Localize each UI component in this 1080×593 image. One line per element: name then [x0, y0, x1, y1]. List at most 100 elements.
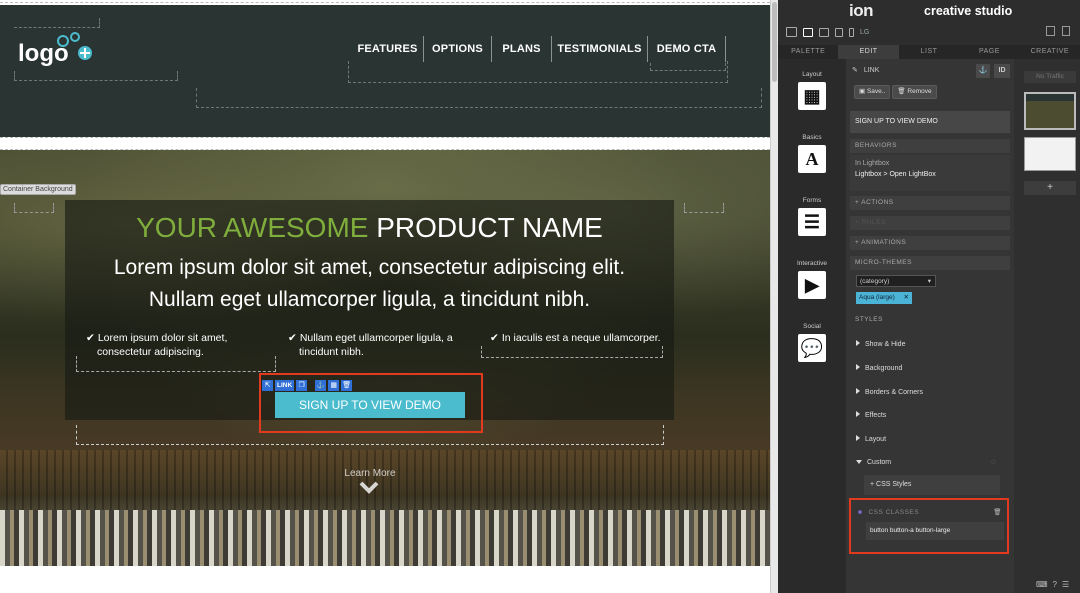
- panel-tabs[interactable]: PALETTE EDIT LIST PAGE CREATIVE: [778, 45, 1080, 59]
- feature-item-1[interactable]: ✔ Lorem ipsum dolor sit amet, consectetur…: [86, 331, 227, 359]
- palette-layout-label: Layout: [802, 71, 822, 78]
- preview-icon[interactable]: [1062, 26, 1070, 36]
- palette-basics-label: Basics: [802, 134, 822, 141]
- nav-demo-cta[interactable]: DEMO CTA: [648, 36, 726, 62]
- expand-arrow-icon: [856, 411, 860, 417]
- close-icon[interactable]: ✕: [904, 292, 909, 304]
- pencil-icon: ✎: [852, 67, 858, 74]
- style-layout[interactable]: Layout: [856, 435, 886, 443]
- phone-icon[interactable]: [849, 27, 854, 37]
- theme-tag-label: Aqua (large): [859, 294, 895, 301]
- theme-tag[interactable]: Aqua (large) ✕: [856, 292, 912, 304]
- style-borders-corners[interactable]: Borders & Corners: [856, 388, 923, 396]
- style-label: Show & Hide: [865, 341, 906, 348]
- no-traffic-label: No Traffic: [1024, 71, 1076, 83]
- device-toolbar[interactable]: LG: [786, 25, 869, 39]
- desktop-icon[interactable]: [803, 27, 813, 37]
- remove-button[interactable]: 🗑 Remove: [892, 85, 937, 99]
- category-select[interactable]: (category) ▾: [856, 275, 936, 287]
- palette-basics[interactable]: Basics A: [778, 134, 846, 173]
- style-show-hide[interactable]: Show & Hide: [856, 340, 905, 348]
- chevron-down-icon: ▾: [927, 278, 931, 285]
- style-background[interactable]: Background: [856, 364, 902, 372]
- drop-icon: ◌: [991, 457, 996, 466]
- tab-page[interactable]: PAGE: [959, 45, 1020, 59]
- element-name-field[interactable]: SIGN UP TO VIEW DEMO: [850, 111, 1010, 133]
- creative-thumbnail-1[interactable]: [1024, 92, 1076, 130]
- style-custom[interactable]: Custom: [856, 459, 891, 466]
- feature-item-3[interactable]: ✔ In iaculis est a neque ullamcorper.: [490, 331, 661, 345]
- behavior-line-2: Lightbox > Open LightBox: [855, 171, 936, 178]
- save-button[interactable]: ▣ Save..: [854, 85, 891, 99]
- top-strip: [0, 0, 770, 3]
- nav-options[interactable]: OPTIONS: [424, 36, 492, 62]
- collapse-arrow-icon: [856, 460, 862, 464]
- element-type-label: LINK: [863, 67, 880, 74]
- hero-section[interactable]: Container Background YOUR AWESOME PRODUC…: [0, 150, 770, 566]
- learn-more-link[interactable]: Learn More: [320, 468, 420, 479]
- tablet-icon[interactable]: [835, 27, 843, 37]
- actions-toggle[interactable]: + ACTIONS: [850, 196, 1010, 210]
- palette-social-label: Social: [803, 323, 821, 330]
- site-nav[interactable]: logo FEATURES OPTIONS PLANS TESTIMONIALS…: [0, 5, 770, 137]
- save-icon: ▣: [859, 88, 867, 95]
- logo-guide: [14, 18, 100, 28]
- save-page-icon[interactable]: [1046, 26, 1055, 36]
- tab-creative[interactable]: CREATIVE: [1019, 45, 1080, 59]
- palette-social[interactable]: Social 💬: [778, 323, 846, 362]
- feature-guide-1: [76, 356, 276, 372]
- element-type-row: ✎ LINK ⚓ ID: [850, 64, 1010, 78]
- laptop-icon[interactable]: [819, 27, 829, 37]
- menu-icon[interactable]: ☰: [1062, 580, 1069, 589]
- editor-canvas[interactable]: logo FEATURES OPTIONS PLANS TESTIMONIALS…: [0, 0, 770, 593]
- palette-forms[interactable]: Forms ☰: [778, 197, 846, 236]
- feature-guide-3: [481, 346, 663, 358]
- nav-testimonials[interactable]: TESTIMONIALS: [552, 36, 648, 62]
- canvas-scrollbar[interactable]: [770, 0, 778, 593]
- nav-cta-guide: [650, 63, 726, 71]
- creative-studio-panel: ion creative studio LG PALETTE EDIT LIST…: [778, 0, 1080, 593]
- subtitle-line-1: Lorem ipsum dolor sit amet, consectetur …: [113, 256, 626, 279]
- hero-title[interactable]: YOUR AWESOME PRODUCT NAME: [65, 212, 674, 244]
- page-bottom: [0, 566, 770, 593]
- style-effects[interactable]: Effects: [856, 411, 886, 419]
- chat-bubble-icon: 💬: [798, 334, 826, 362]
- palette-layout[interactable]: Layout ▦: [778, 71, 846, 110]
- behaviors-header: BEHAVIORS: [850, 139, 1010, 153]
- style-label: Effects: [865, 412, 887, 419]
- form-list-icon: ☰: [798, 208, 826, 236]
- expand-arrow-icon: [856, 340, 860, 346]
- styles-header: STYLES: [850, 313, 1010, 327]
- anchor-icon[interactable]: ⚓: [976, 64, 990, 78]
- help-icon[interactable]: ?: [1053, 580, 1057, 589]
- check-icon: ✔: [86, 332, 95, 344]
- css-styles-add[interactable]: + CSS Styles: [864, 475, 1000, 495]
- creative-thumbnail-2[interactable]: [1024, 137, 1076, 171]
- studio-title: creative studio: [924, 4, 1013, 18]
- logo-row-guide: [14, 71, 178, 81]
- play-icon: ▶: [798, 271, 826, 299]
- container-background-label: Container Background: [0, 184, 76, 195]
- add-creative-button[interactable]: +: [1024, 181, 1076, 195]
- tab-list[interactable]: LIST: [898, 45, 960, 59]
- hero-subtitle[interactable]: Lorem ipsum dolor sit amet, consectetur …: [65, 252, 674, 316]
- layout-icon[interactable]: [786, 27, 797, 37]
- scrollbar-thumb[interactable]: [772, 2, 777, 82]
- id-button[interactable]: ID: [994, 64, 1010, 78]
- keyboard-icon[interactable]: ⌨: [1036, 580, 1048, 589]
- tab-palette[interactable]: PALETTE: [778, 45, 839, 59]
- feature-item-2[interactable]: ✔ Nullam eget ullamcorper ligula, a tinci…: [288, 331, 453, 359]
- palette-interactive[interactable]: Interactive ▶: [778, 260, 846, 299]
- tab-edit[interactable]: EDIT: [838, 45, 899, 59]
- device-size-label: LG: [860, 28, 870, 36]
- expand-arrow-icon: [856, 388, 860, 394]
- behavior-item[interactable]: In Lightbox Lightbox > Open LightBox: [850, 155, 1010, 191]
- nav-features[interactable]: FEATURES: [352, 36, 424, 62]
- trash-icon: 🗑: [897, 88, 908, 95]
- rules-toggle[interactable]: + RULES: [850, 216, 1010, 230]
- animations-toggle[interactable]: + ANIMATIONS: [850, 236, 1010, 250]
- logo-icon[interactable]: logo: [18, 31, 98, 71]
- behavior-line-1: In Lightbox: [855, 160, 890, 167]
- chevron-down-icon[interactable]: [358, 480, 380, 496]
- nav-plans[interactable]: PLANS: [492, 36, 552, 62]
